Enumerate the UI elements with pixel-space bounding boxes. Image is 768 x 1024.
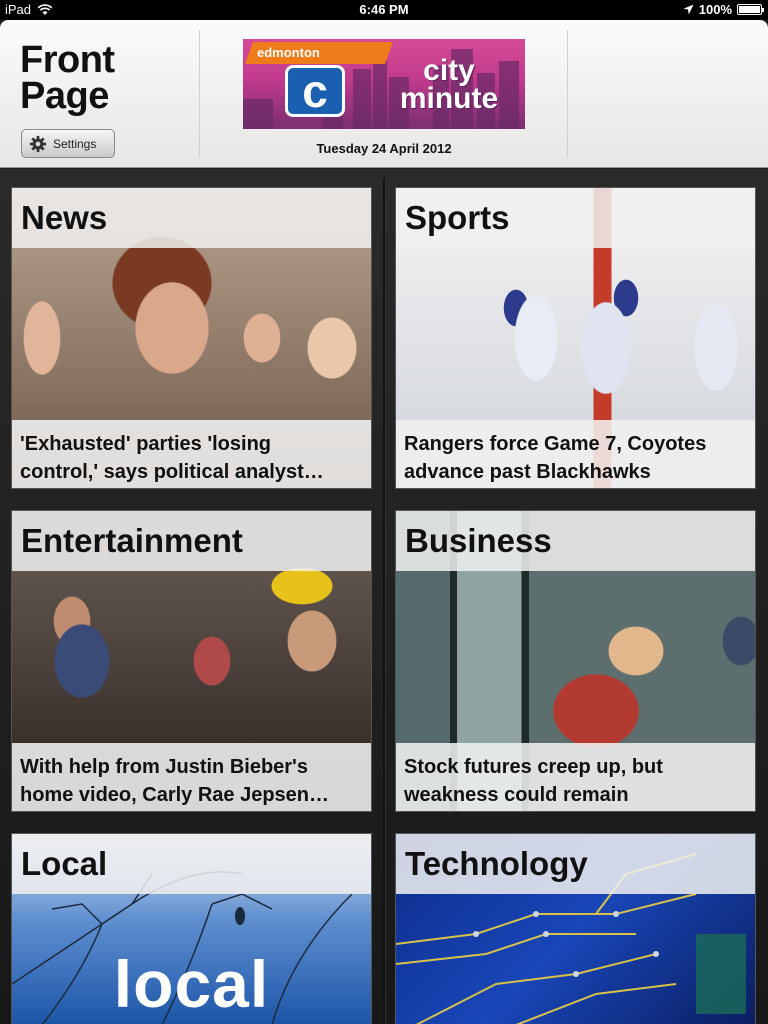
logo-wordmark: city minute: [395, 54, 503, 115]
status-time: 6:46 PM: [359, 2, 409, 17]
settings-button[interactable]: Settings: [21, 129, 115, 158]
tile-entertainment-headline: With help from Justin Bieber's home vide…: [12, 743, 371, 811]
battery-icon: [737, 4, 764, 15]
tile-news-category: News: [12, 188, 371, 248]
battery-fill: [739, 6, 760, 13]
tile-news-headline-line2: control,' says political analyst…: [20, 461, 324, 483]
tile-business-headline-line2: weakness could remain: [404, 784, 629, 806]
tile-entertainment-category: Entertainment: [12, 511, 371, 571]
tile-news[interactable]: News 'Exhausted' parties 'losing control…: [11, 187, 372, 489]
title-line-1: Front: [20, 39, 115, 81]
logo-edmonton-banner: edmonton: [244, 42, 394, 64]
tile-entertainment-headline-line2: home video, Carly Rae Jepsen…: [20, 784, 330, 806]
logo-c-mark: c: [285, 65, 345, 117]
tile-local-category: Local: [12, 834, 371, 894]
column-divider: [383, 178, 385, 1024]
logo-minute-text: minute: [399, 82, 499, 115]
date-label: Tuesday 24 April 2012: [316, 141, 452, 156]
logo-city-text: city: [423, 54, 475, 87]
battery-percent: 100%: [698, 2, 732, 17]
gear-icon: [29, 135, 47, 152]
tile-local[interactable]: Local local: [11, 833, 372, 1024]
tile-sports-headline: Rangers force Game 7, Coyotes advance pa…: [396, 420, 755, 488]
tile-technology[interactable]: Technology: [395, 833, 756, 1024]
tile-business-headline: Stock futures creep up, but weakness cou…: [396, 743, 755, 811]
location-arrow-icon: [683, 4, 694, 15]
city-minute-logo[interactable]: edmonton c city minute: [243, 39, 525, 129]
tile-news-headline: 'Exhausted' parties 'losing control,' sa…: [12, 420, 371, 488]
tile-business[interactable]: Business Stock futures creep up, but wea…: [395, 510, 756, 812]
status-right: 100%: [683, 2, 764, 17]
tile-entertainment[interactable]: Entertainment With help from Justin Bieb…: [11, 510, 372, 812]
header-divider-left: [199, 30, 200, 158]
tile-sports[interactable]: Sports Rangers force Game 7, Coyotes adv…: [395, 187, 756, 489]
page-title: Front Page: [20, 39, 115, 117]
tile-news-headline-line1: 'Exhausted' parties 'losing: [20, 433, 271, 455]
tile-sports-headline-line1: Rangers force Game 7, Coyotes: [404, 433, 707, 455]
status-bar: iPad 6:46 PM 100%: [0, 0, 768, 20]
tile-business-headline-line1: Stock futures creep up, but: [404, 756, 663, 778]
header-divider-right: [567, 30, 568, 158]
tile-business-category: Business: [396, 511, 755, 571]
local-image-text: local: [113, 947, 270, 1021]
settings-label: Settings: [53, 136, 97, 151]
title-line-2: Page: [20, 75, 109, 117]
logo-edmonton-text: edmonton: [257, 45, 320, 60]
header: Front Page Settings edmonton c city minu…: [0, 20, 768, 168]
tile-technology-category: Technology: [396, 834, 755, 894]
tile-entertainment-headline-line1: With help from Justin Bieber's: [20, 756, 308, 778]
tile-sports-headline-line2: advance past Blackhawks: [404, 461, 651, 483]
tile-sports-category: Sports: [396, 188, 755, 248]
